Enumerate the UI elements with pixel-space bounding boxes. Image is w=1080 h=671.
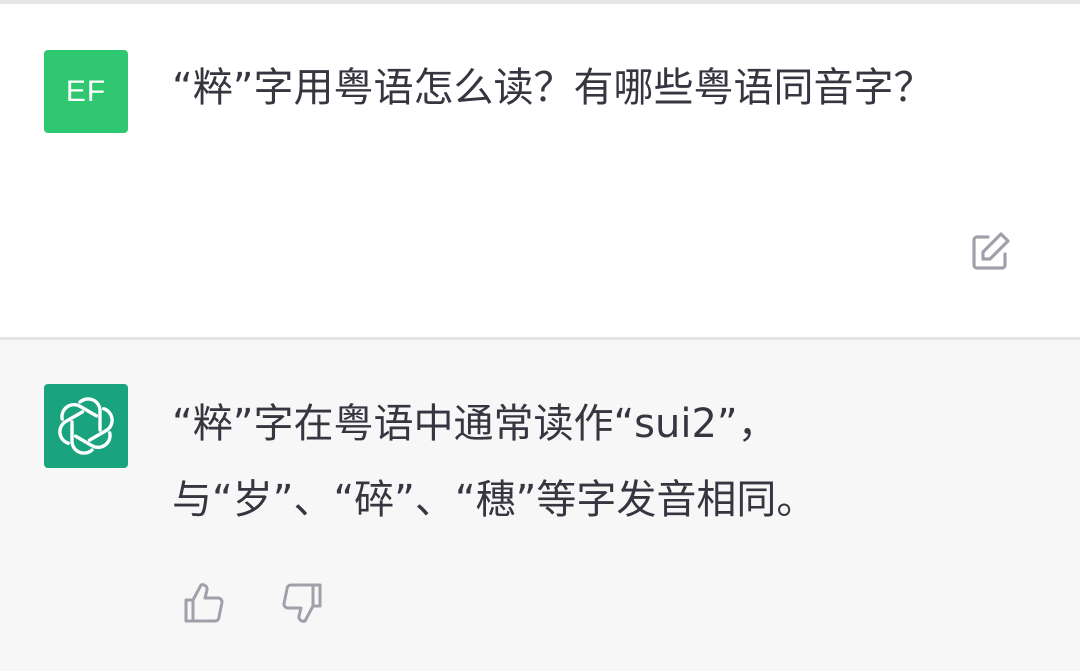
assistant-message-text: “粹”字在粤语中通常读作“sui2”，与“岁”、“碎”、“穗”等字发音相同。 [172, 401, 817, 523]
thumbs-down-button[interactable] [279, 580, 325, 626]
user-avatar: EF [44, 50, 128, 133]
assistant-message-row: “粹”字在粤语中通常读作“sui2”，与“岁”、“碎”、“穗”等字发音相同。 [0, 340, 1080, 671]
thumbs-up-button[interactable] [181, 580, 227, 626]
user-message-text: “粹”字用粤语怎么读？有哪些粤语同音字？ [172, 65, 934, 111]
edit-icon [972, 232, 1010, 270]
user-avatar-initials: EF [65, 74, 107, 108]
edit-message-button[interactable] [968, 228, 1014, 274]
assistant-avatar [44, 384, 128, 468]
thumbs-down-icon [282, 583, 322, 623]
openai-logo-icon [58, 397, 114, 455]
user-message-row: EF “粹”字用粤语怎么读？有哪些粤语同音字？ [0, 4, 1080, 337]
thumbs-up-icon [184, 583, 224, 623]
